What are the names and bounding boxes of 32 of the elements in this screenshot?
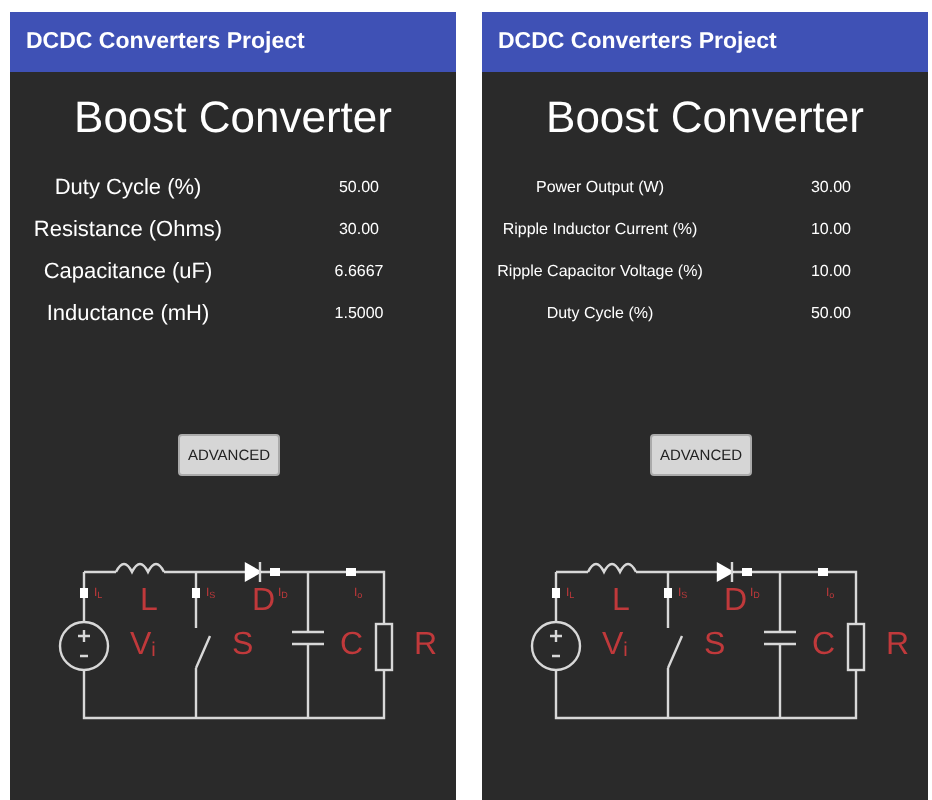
component-label: S xyxy=(704,628,726,662)
component-label: L xyxy=(612,584,630,618)
parameter-label: Ripple Capacitor Voltage (%) xyxy=(497,262,703,280)
component-label: S xyxy=(232,628,254,662)
parameter-label: Ripple Inductor Current (%) xyxy=(502,220,698,238)
parameter-label: Capacitance (uF) xyxy=(43,259,213,283)
component-label: L xyxy=(140,584,158,618)
parameter-label: Duty Cycle (%) xyxy=(546,304,654,322)
parameter-value[interactable]: 30.00 xyxy=(794,178,852,196)
page-title: Boost Converter xyxy=(544,92,866,146)
component-label: C xyxy=(340,628,364,662)
component-label: V$_{i}$ xyxy=(602,628,628,662)
parameter-label: Power Output (W) xyxy=(535,178,664,196)
parameter-label: Inductance (mH) xyxy=(46,301,210,325)
component-label: R xyxy=(886,628,910,662)
parameter-value[interactable]: 50.00 xyxy=(322,178,380,196)
component-label: D xyxy=(724,584,748,618)
parameter-value[interactable]: 1.5000 xyxy=(318,304,384,322)
parameter-value[interactable]: 10.00 xyxy=(794,262,852,280)
component-label: C xyxy=(812,628,836,662)
parameter-label: Resistance (Ohms) xyxy=(33,217,223,241)
parameter-value[interactable]: 6.6667 xyxy=(318,262,384,280)
parameter-value[interactable]: 50.00 xyxy=(794,304,852,322)
component-label: D xyxy=(252,584,276,618)
parameter-value[interactable]: 10.00 xyxy=(794,220,852,238)
app-title: DCDC Converters Project xyxy=(498,30,777,54)
parameter-value[interactable]: 30.00 xyxy=(322,220,380,238)
component-label: R xyxy=(414,628,438,662)
parameter-label: Duty Cycle (%) xyxy=(54,175,202,199)
app-title: DCDC Converters Project xyxy=(26,30,305,54)
page-title: Boost Converter xyxy=(72,92,394,146)
component-label: V$_{i}$ xyxy=(130,628,156,662)
